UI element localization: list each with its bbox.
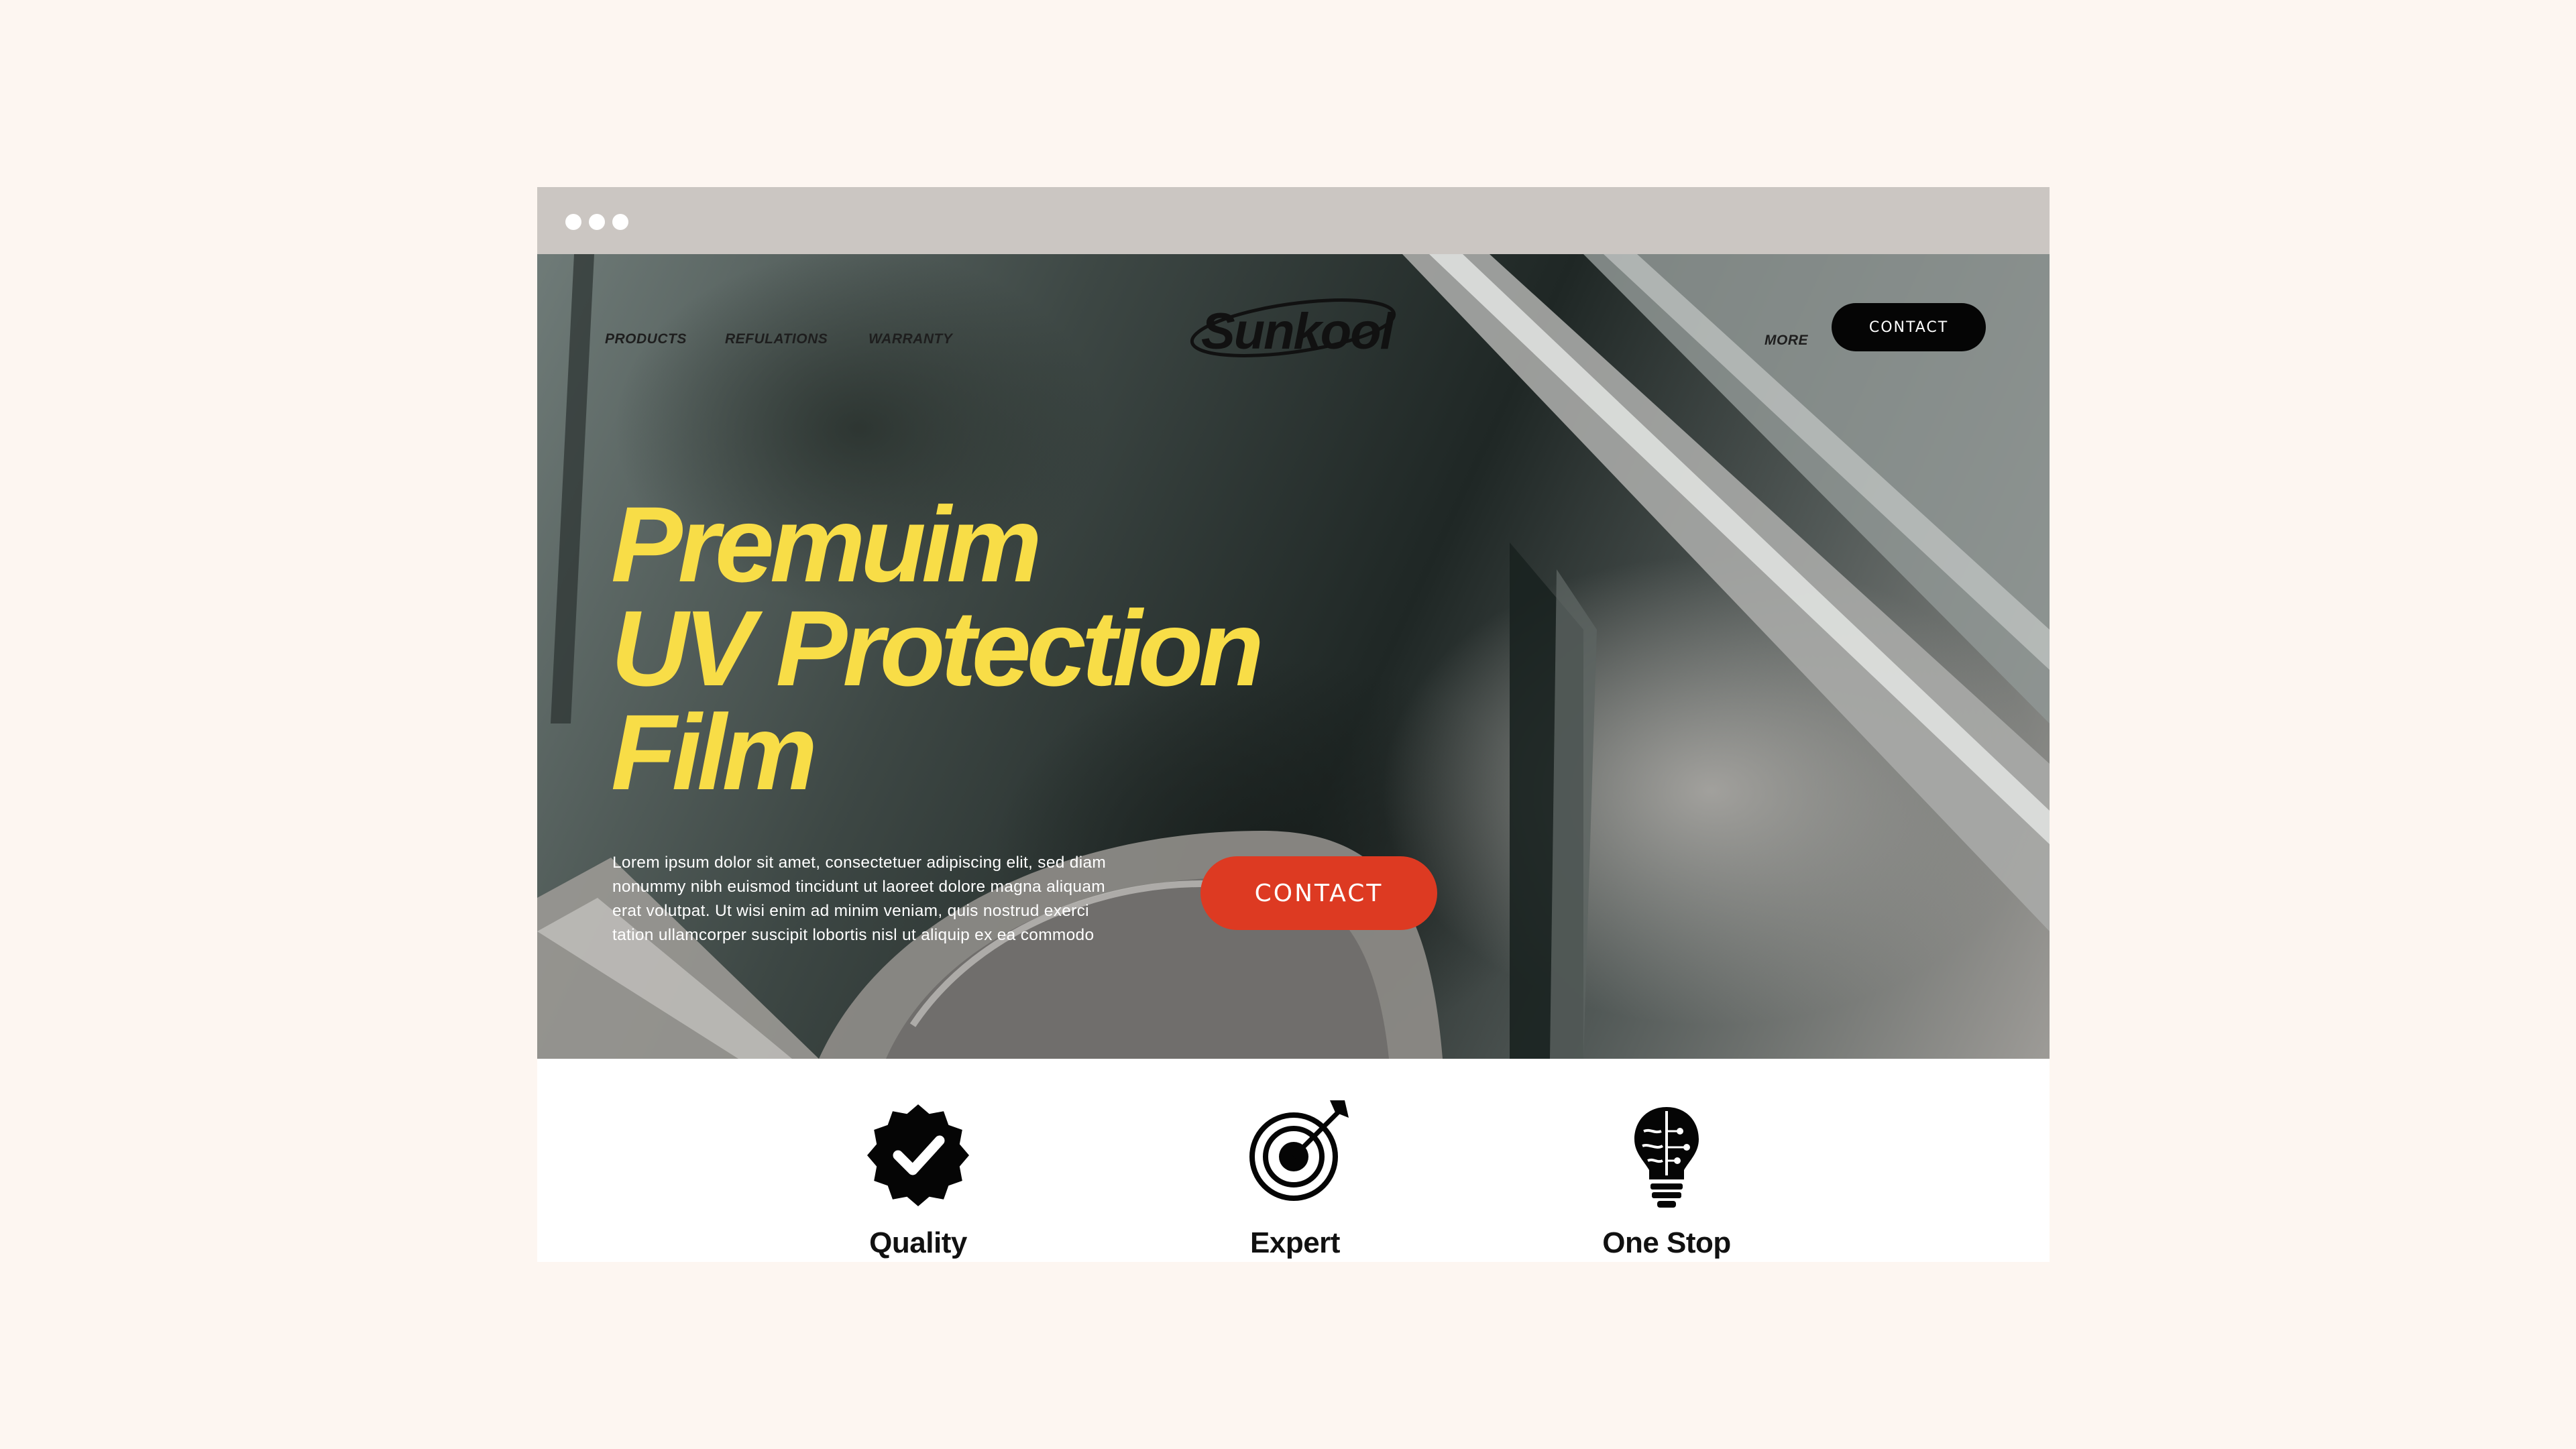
verified-badge-icon	[867, 1104, 969, 1206]
nav-contact-button[interactable]: CONTACT	[1832, 303, 1986, 351]
brain-lightbulb-icon	[1634, 1107, 1699, 1208]
window-titlebar	[537, 187, 2050, 254]
sunkool-logo[interactable]: Sunkool	[1189, 296, 1397, 363]
window-dot-close[interactable]	[565, 214, 581, 230]
browser-window: PRODUCTS REFULATIONS WARRANTY Sunkool MO…	[537, 187, 2050, 1262]
feature-one-stop: One Stop	[1566, 1059, 1767, 1262]
feature-label-one-stop: One Stop	[1602, 1226, 1731, 1259]
feature-label-quality: Quality	[869, 1226, 967, 1259]
hero-contact-button[interactable]: CONTACT	[1200, 856, 1437, 930]
description-line: tation ullamcorper suscipit lobortis nis…	[612, 926, 1095, 944]
nav-link-more[interactable]: MORE	[1765, 333, 1808, 349]
description-line: Lorem ipsum dolor sit amet, consectetuer…	[612, 854, 1107, 872]
feature-label-expert: Expert	[1250, 1226, 1340, 1259]
features-section: Quality Expert One Stop	[537, 1059, 2050, 1262]
headline-line-3: Film	[611, 692, 818, 812]
window-dot-minimize[interactable]	[589, 214, 605, 230]
nav-link-warranty[interactable]: WARRANTY	[869, 331, 952, 347]
feature-expert: Expert	[1194, 1059, 1396, 1262]
headline-line-1: Premuim	[611, 484, 1042, 604]
nav-link-refulations[interactable]: REFULATIONS	[725, 331, 828, 347]
description-line: erat volutpat. Ut wisi enim ad minim ven…	[612, 902, 1089, 920]
hero-headline: Premuim UV Protection Film	[611, 484, 1264, 812]
headline-line-2: UV Protection	[611, 588, 1264, 708]
feature-quality: Quality	[818, 1059, 1019, 1262]
hero-section: PRODUCTS REFULATIONS WARRANTY Sunkool MO…	[537, 254, 2050, 1059]
target-arrow-icon	[1249, 1100, 1349, 1201]
window-dot-maximize[interactable]	[612, 214, 628, 230]
hero-description: Lorem ipsum dolor sit amet, consectetuer…	[612, 851, 1162, 947]
description-line: nonummy nibh euismod tincidunt ut laoree…	[612, 878, 1105, 896]
logo-text: Sunkool	[1201, 303, 1394, 360]
nav-link-products[interactable]: PRODUCTS	[605, 331, 687, 347]
